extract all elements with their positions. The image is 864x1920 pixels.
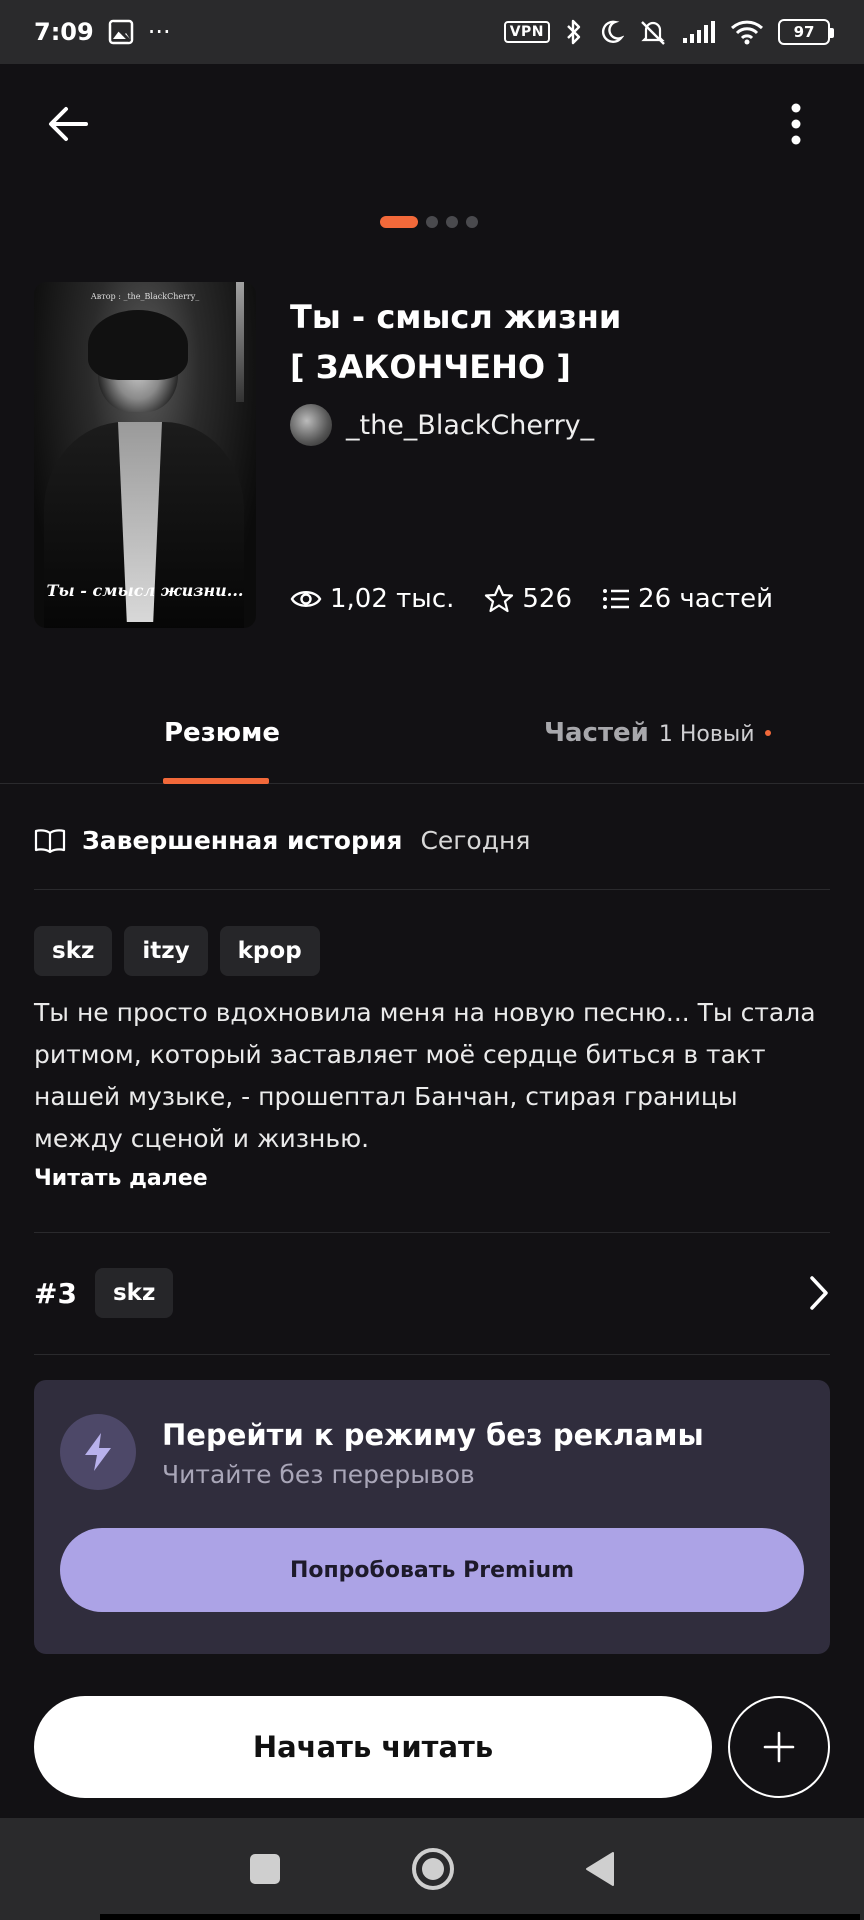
carousel-dot[interactable] (380, 216, 418, 228)
carousel-dot[interactable] (446, 216, 458, 228)
tab-parts-new-badge: 1 Новый (658, 722, 755, 747)
votes-count: 526 (522, 584, 573, 614)
add-to-library-button[interactable] (728, 1696, 830, 1798)
premium-title: Перейти к режиму без рекламы (162, 1418, 704, 1452)
system-navigation-bar (0, 1818, 864, 1920)
back-triangle-icon[interactable] (585, 1851, 615, 1887)
story-description: Ты не просто вдохновила меня на новую пе… (34, 998, 816, 1153)
tab-parts-label: Частей (544, 718, 649, 748)
tag-chip[interactable]: itzy (124, 926, 208, 976)
arrow-left-icon (49, 107, 88, 141)
tab-bar: Резюме Частей 1 Новый (0, 706, 864, 784)
battery-icon: 97 (778, 19, 834, 45)
votes-stat: 526 (484, 584, 572, 614)
home-circle-icon[interactable] (411, 1847, 455, 1891)
more-options-button[interactable] (776, 96, 816, 152)
book-title: Ты - смысл жизни [ ЗАКОНЧЕНО ] (290, 292, 830, 392)
cover-author-text: Автор : _the_BlackCherry_ (90, 292, 200, 301)
status-bar: 7:09 ··· VPN 97 (0, 0, 864, 64)
carousel-dot[interactable] (426, 216, 438, 228)
chevron-right-icon (810, 1276, 828, 1310)
plus-icon (763, 1731, 795, 1763)
story-status-date: Сегодня (420, 826, 531, 855)
new-indicator-dot (764, 730, 771, 736)
tag-chip[interactable]: kpop (219, 926, 320, 976)
story-status-label: Завершенная история (82, 826, 403, 855)
views-stat: 1,02 тыс. (290, 584, 454, 614)
clock: 7:09 (34, 18, 94, 46)
parts-stat: 26 частей (602, 584, 773, 614)
book-stats: 1,02 тыс. 526 26 частей (290, 584, 803, 614)
book-details-screen: 7:09 ··· VPN 97 Автор: _the_BlackCherry… (0, 0, 864, 1920)
premium-subtitle: Читайте без перерывов (162, 1460, 475, 1489)
story-status: Завершенная история Сегодня (34, 826, 530, 855)
parts-count: 26 частей (638, 584, 774, 614)
book-title-line: Ты - смысл жизни (290, 298, 622, 336)
author-name: _the_BlackCherry_ (346, 409, 595, 441)
more-notifications-icon: ··· (147, 18, 171, 46)
cover-caption: Ты - смысл жизни... (46, 581, 244, 600)
tab-resume[interactable]: Резюме (164, 718, 280, 748)
views-count: 1,02 тыс. (330, 584, 455, 614)
tag-chip[interactable]: skz (34, 926, 113, 976)
kebab-menu-icon (791, 103, 801, 145)
premium-promo-card: Перейти к режиму без рекламы Читайте без… (34, 1380, 830, 1654)
wifi-icon (730, 19, 764, 45)
muted-bell-icon (638, 18, 668, 46)
recents-square-icon[interactable] (249, 1853, 281, 1885)
divider (34, 1354, 830, 1355)
open-book-icon (34, 828, 66, 853)
ranking-row[interactable]: #3 skz (34, 1266, 830, 1320)
try-premium-button[interactable]: Попробовать Premium (60, 1528, 804, 1612)
star-icon (485, 584, 514, 613)
tab-parts[interactable]: Частей 1 Новый (544, 718, 771, 748)
carousel-dot[interactable] (466, 216, 478, 228)
eye-icon (290, 591, 322, 607)
image-notification-icon (108, 19, 134, 45)
vpn-icon: VPN (503, 21, 550, 43)
start-reading-button[interactable]: Начать читать (34, 1696, 712, 1798)
back-button[interactable] (40, 96, 96, 152)
cover-figure-hair (88, 310, 188, 380)
author-link[interactable]: _the_BlackCherry_ (290, 404, 594, 446)
bluetooth-icon (564, 18, 584, 46)
signal-icon (682, 20, 716, 44)
divider (34, 889, 830, 890)
author-avatar (290, 404, 332, 446)
book-cover[interactable]: Автор : _the_BlackCherry_ Ты - смысл жиз… (34, 282, 256, 628)
divider (34, 1232, 830, 1233)
ranking-number: #3 (34, 1276, 77, 1310)
tab-active-indicator (163, 778, 269, 784)
book-title-line: [ ЗАКОНЧЕНО ] (290, 348, 571, 386)
gesture-bar (100, 1914, 860, 1920)
tag-list: skz itzy kpop (34, 926, 320, 976)
do-not-disturb-moon-icon (598, 19, 624, 45)
list-icon (603, 589, 630, 609)
carousel-indicator (380, 216, 478, 228)
ranking-tag: skz (94, 1268, 174, 1318)
lightning-bolt-icon (60, 1414, 136, 1490)
read-more-link[interactable]: Читать далее (34, 1166, 208, 1191)
